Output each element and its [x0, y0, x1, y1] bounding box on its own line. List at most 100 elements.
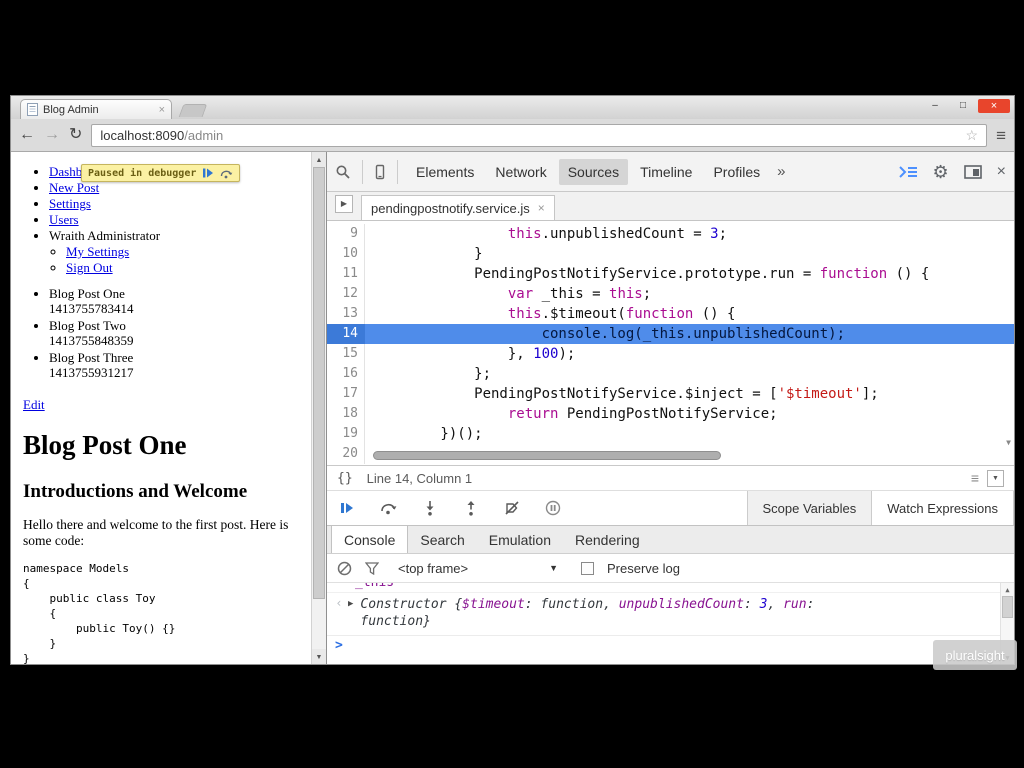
devtools-tab-sources[interactable]: Sources	[558, 158, 629, 185]
scrollbar-thumb[interactable]	[1002, 596, 1013, 618]
line-number[interactable]: 16	[327, 364, 365, 384]
source-menu-icon[interactable]: ≡	[971, 470, 979, 486]
devtools-tab-network[interactable]: Network	[486, 159, 555, 185]
step-into-icon[interactable]	[422, 500, 438, 516]
line-number[interactable]: 13	[327, 304, 365, 324]
code-text: PendingPostNotifyService.$inject = ['$ti…	[373, 386, 879, 402]
code-line[interactable]: 9 this.unpublishedCount = 3;	[327, 224, 1014, 244]
nav-link-settings[interactable]: Settings	[49, 196, 91, 211]
show-drawer-icon[interactable]	[898, 165, 918, 179]
code-line[interactable]: 17 PendingPostNotifyService.$inject = ['…	[327, 384, 1014, 404]
tab-close-icon[interactable]: ×	[159, 104, 165, 116]
line-number[interactable]: 20	[327, 444, 365, 464]
sidebar-toggle-icon[interactable]: ▼	[987, 469, 1004, 487]
file-tab[interactable]: pendingpostnotify.service.js ×	[361, 195, 555, 220]
code-line[interactable]: 11 PendingPostNotifyService.prototype.ru…	[327, 264, 1014, 284]
nav-link-new-post[interactable]: New Post	[49, 180, 99, 195]
console-toolbar: <top frame> ▼ Preserve log	[327, 554, 1014, 583]
resume-script-icon[interactable]	[339, 500, 355, 516]
paused-in-debugger-badge: Paused in debugger	[81, 164, 241, 182]
line-number[interactable]: 18	[327, 404, 365, 424]
drawer-tab-search[interactable]: Search	[408, 526, 476, 553]
scrollbar-thumb[interactable]	[373, 451, 721, 460]
window-titlebar[interactable]: Blog Admin × – □ ×	[11, 96, 1014, 119]
code-text: return PendingPostNotifyService;	[507, 406, 778, 422]
user-link-sign-out[interactable]: Sign Out	[66, 260, 113, 275]
filter-icon[interactable]	[365, 561, 379, 575]
tab-overflow-icon[interactable]: »	[777, 163, 785, 180]
console-output[interactable]: _this ‹ ▶ Constructor {$timeout: functio…	[327, 583, 1014, 664]
scroll-down-icon[interactable]: ▼	[312, 649, 326, 664]
line-number[interactable]: 14	[327, 324, 365, 344]
post-id: 1413755931217	[49, 365, 134, 380]
code-line[interactable]: 18 return PendingPostNotifyService;	[327, 404, 1014, 424]
expand-triangle-icon[interactable]: ▶	[348, 599, 353, 609]
line-number[interactable]: 15	[327, 344, 365, 364]
browser-toolbar: ← → ↻ localhost:8090/admin ☆ ≡	[11, 119, 1014, 152]
edit-link[interactable]: Edit	[23, 397, 45, 413]
drawer-tab-console[interactable]: Console	[331, 526, 409, 553]
line-number[interactable]: 10	[327, 244, 365, 264]
drawer-tab-rendering[interactable]: Rendering	[563, 526, 652, 553]
pause-on-exceptions-icon[interactable]	[545, 500, 561, 516]
dock-side-icon[interactable]	[963, 164, 982, 179]
line-number[interactable]: 19	[327, 424, 365, 444]
sources-file-tabbar: ▶ pendingpostnotify.service.js ×	[327, 192, 1014, 221]
scroll-up-icon[interactable]: ▲	[312, 152, 326, 167]
devtools-tab-timeline[interactable]: Timeline	[631, 159, 701, 185]
code-line[interactable]: 16 };	[327, 364, 1014, 384]
minimize-button[interactable]: –	[922, 99, 948, 113]
file-tab-close-icon[interactable]: ×	[538, 201, 545, 215]
code-line[interactable]: 13 this.$timeout(function () {	[327, 304, 1014, 324]
inspect-search-icon[interactable]	[335, 164, 351, 180]
code-line[interactable]: 12 var _this = this;	[327, 284, 1014, 304]
sidebar-section-watch-expressions[interactable]: Watch Expressions	[872, 491, 1014, 525]
code-line[interactable]: 10 }	[327, 244, 1014, 264]
maximize-button[interactable]: □	[950, 99, 976, 113]
refresh-icon[interactable]: ↻	[69, 127, 82, 143]
step-over-overlay-icon[interactable]	[220, 168, 233, 179]
chrome-menu-icon[interactable]: ≡	[996, 127, 1006, 144]
back-icon[interactable]: ←	[19, 127, 35, 143]
browser-tab[interactable]: Blog Admin ×	[20, 99, 172, 119]
show-navigator-icon[interactable]: ▶	[335, 194, 353, 213]
devtools-tab-profiles[interactable]: Profiles	[704, 159, 769, 185]
line-number[interactable]: 17	[327, 384, 365, 404]
line-number[interactable]: 12	[327, 284, 365, 304]
forward-icon[interactable]: →	[44, 127, 60, 143]
console-object-preview[interactable]: Constructor {$timeout: function, unpubli…	[360, 596, 865, 630]
devtools-tab-elements[interactable]: Elements	[407, 159, 483, 185]
scroll-up-icon[interactable]: ▲	[1001, 583, 1014, 596]
device-mode-icon[interactable]	[372, 164, 388, 180]
code-line[interactable]: 15 }, 100);	[327, 344, 1014, 364]
line-number[interactable]: 9	[327, 224, 365, 244]
code-line[interactable]: 19 })();	[327, 424, 1014, 444]
nav-link-users[interactable]: Users	[49, 212, 79, 227]
clear-console-icon[interactable]	[337, 561, 352, 576]
new-tab-button[interactable]	[178, 104, 208, 117]
close-window-button[interactable]: ×	[978, 99, 1010, 113]
step-over-icon[interactable]	[380, 500, 397, 516]
line-number[interactable]: 11	[327, 264, 365, 284]
scrollbar-thumb[interactable]	[313, 167, 325, 599]
drawer-tab-emulation[interactable]: Emulation	[477, 526, 563, 553]
resume-overlay-icon[interactable]	[202, 167, 214, 179]
devtools-close-icon[interactable]: ×	[997, 163, 1006, 180]
pretty-print-icon[interactable]: {}	[337, 471, 353, 486]
console-history-line[interactable]: _this	[327, 583, 1014, 593]
code-line[interactable]: 14 console.log(_this.unpublishedCount);	[327, 324, 1014, 344]
sidebar-section-scope-variables[interactable]: Scope Variables	[747, 491, 873, 525]
step-out-icon[interactable]	[463, 500, 479, 516]
address-bar[interactable]: localhost:8090/admin ☆	[91, 123, 988, 147]
settings-gear-icon[interactable]: ⚙	[933, 163, 949, 181]
deactivate-breakpoints-icon[interactable]	[504, 500, 520, 516]
scroll-down-icon[interactable]: ▼	[1006, 438, 1011, 447]
page-scrollbar[interactable]: ▲ ▼	[311, 152, 326, 664]
console-prompt[interactable]: >	[327, 635, 1014, 655]
frame-selector[interactable]: <top frame> ▼	[398, 561, 558, 576]
code-editor[interactable]: 9 this.unpublishedCount = 3; 10 } 11 Pendi…	[327, 221, 1014, 465]
editor-horizontal-scrollbar[interactable]	[373, 451, 994, 460]
bookmark-star-icon[interactable]: ☆	[966, 127, 979, 144]
user-link-my-settings[interactable]: My Settings	[66, 244, 129, 259]
preserve-log-checkbox[interactable]	[581, 561, 594, 575]
